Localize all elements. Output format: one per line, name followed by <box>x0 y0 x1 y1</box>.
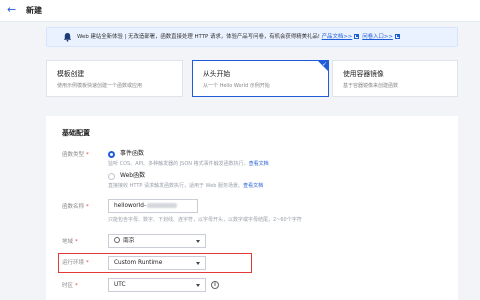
region-select[interactable]: 南京 <box>108 234 206 248</box>
basic-config-panel: 基础配置 函数类型 * 事件函数 监听 COS、API、多种触发器的 JSON 格… <box>46 116 458 300</box>
radio-event-function[interactable] <box>108 151 115 158</box>
announcement-banner: Web 建站全新体验 | 无改造部署，函数直接处理 HTTP 请求，体验产品写问… <box>46 27 458 47</box>
card-template-create[interactable]: 模板创建 使用示例模板快速创建一个函数或应用 <box>46 60 183 97</box>
arrow-left-icon[interactable]: ← <box>7 3 16 17</box>
radio-web-function-label: Web函数 <box>120 172 146 179</box>
bell-icon <box>63 32 72 42</box>
redacted-text <box>147 202 178 208</box>
card-title: 使用容器镜像 <box>343 70 384 78</box>
card-subtitle: 基于容器镜像来创建函数 <box>343 83 399 89</box>
product-doc-link[interactable]: 产品文档>> <box>322 34 353 40</box>
region-label: 地域 * <box>62 239 78 245</box>
chevron-down-icon <box>196 262 200 265</box>
card-from-scratch[interactable]: 从头开始 从一个 Hello World 示例开始 ✓ <box>192 60 329 97</box>
globe-icon <box>114 237 120 243</box>
card-subtitle: 使用示例模板快速创建一个函数或应用 <box>57 83 143 89</box>
top-bar: ← 新建 <box>0 0 480 22</box>
card-subtitle: 从一个 Hello World 示例开始 <box>203 83 270 89</box>
card-title: 模板创建 <box>57 70 85 78</box>
view-doc-link[interactable]: 查看文档 <box>249 161 269 167</box>
function-type-label: 函数类型 * <box>62 152 89 158</box>
card-title: 从头开始 <box>203 70 231 78</box>
section-title: 基础配置 <box>62 129 90 137</box>
banner-message: Web 建站全新体验 | 无改造部署，函数直接处理 HTTP 请求，体验产品写问… <box>77 34 320 40</box>
timezone-select[interactable]: UTC <box>108 278 206 292</box>
function-name-hint: 只能包含字母、数字、下划线、连字符，以字母开头，以数字或字母结尾，2~60个字符 <box>108 217 302 223</box>
chevron-down-icon <box>196 240 200 243</box>
view-doc-link[interactable]: 查看文档 <box>243 183 263 189</box>
runtime-label: 运行环境 * <box>62 260 89 266</box>
web-function-hint: 直接接收 HTTP 请求触发函数执行，适用于 Web 服务场景。查看文档 <box>108 183 264 189</box>
check-icon: ✓ <box>321 61 327 68</box>
timezone-label: 时区 * <box>62 283 78 289</box>
runtime-select[interactable]: Custom Runtime <box>108 256 206 270</box>
function-name-label: 函数名称 * <box>62 204 89 210</box>
chevron-down-icon <box>196 284 200 287</box>
page-title: 新建 <box>26 6 42 15</box>
external-link-icon <box>354 33 360 39</box>
creation-method-cards: 模板创建 使用示例模板快速创建一个函数或应用 从头开始 从一个 Hello Wo… <box>46 60 458 97</box>
banner-text-row: Web 建站全新体验 | 无改造部署，函数直接处理 HTTP 请求，体验产品写问… <box>77 33 403 41</box>
info-icon[interactable]: i <box>211 281 219 289</box>
radio-web-function[interactable] <box>108 173 115 180</box>
function-name-input[interactable]: helloworld- <box>108 199 198 213</box>
card-container-image[interactable]: 使用容器镜像 基于容器镜像来创建函数 <box>332 60 458 97</box>
radio-event-function-label: 事件函数 <box>120 150 145 157</box>
survey-entry-link[interactable]: 问卷入口>> <box>362 34 393 40</box>
event-function-hint: 监听 COS、API、多种触发器的 JSON 格式事件触发函数执行。查看文档 <box>108 161 269 167</box>
external-link-icon <box>394 33 400 39</box>
